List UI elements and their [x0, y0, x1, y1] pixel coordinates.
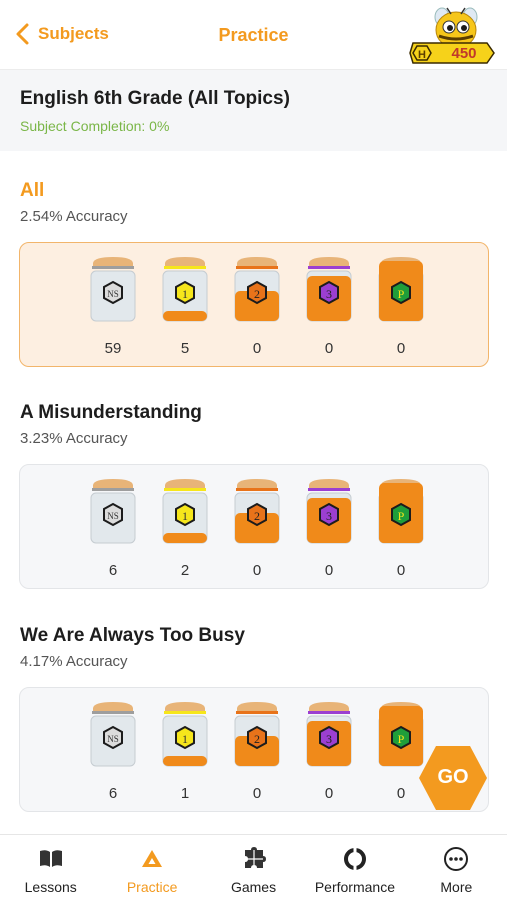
hive-points: 450	[451, 45, 477, 62]
nav-lessons[interactable]: Lessons	[0, 835, 101, 900]
back-button[interactable]: Subjects	[14, 22, 109, 46]
chevron-left-icon	[16, 23, 29, 45]
level-2-jar: 2	[232, 257, 282, 323]
not-started-jar: NS	[88, 702, 138, 768]
topic-accuracy: 2.54% Accuracy	[20, 208, 128, 225]
nav-more[interactable]: More	[406, 835, 507, 900]
jar-level-label: 2	[254, 732, 260, 746]
jar-level-label: 3	[326, 287, 332, 301]
subject-title: English 6th Grade (All Topics)	[20, 88, 290, 109]
level-1-jar: 1	[160, 702, 210, 768]
nav-label: More	[440, 879, 473, 895]
jar-count: 6	[108, 785, 118, 802]
jar-count: 0	[396, 562, 406, 579]
hive-letter: H	[418, 49, 426, 61]
subject-header: English 6th Grade (All Topics) Subject C…	[0, 70, 507, 151]
jar-count: 0	[324, 785, 334, 802]
honey-jar-icon: NS	[90, 257, 136, 322]
level-3-jar: 3	[304, 702, 354, 768]
honey-jar-icon: P	[378, 257, 424, 322]
jar-level-label: NS	[107, 289, 119, 299]
go-button[interactable]: GO	[417, 742, 489, 814]
honey-jar-icon: 3	[306, 479, 352, 544]
not-started-jar: NS	[88, 479, 138, 545]
book-icon	[38, 846, 64, 872]
jar-level-label: 3	[326, 732, 332, 746]
honey-jar-icon: 3	[306, 257, 352, 322]
honey-jar-icon: 2	[234, 702, 280, 767]
nav-games[interactable]: Games	[203, 835, 304, 900]
level-2-jar: 2	[232, 702, 282, 768]
jar-count: 59	[104, 340, 122, 357]
honey-jar-icon: 1	[162, 257, 208, 322]
jar-level-label: NS	[107, 734, 119, 744]
honey-jar-icon: P	[378, 479, 424, 544]
jar-count: 0	[324, 340, 334, 357]
nav-practice[interactable]: Practice	[101, 835, 202, 900]
jar-level-label: NS	[107, 511, 119, 521]
honey-jar-icon: 3	[306, 702, 352, 767]
honey-jar-icon: 1	[162, 479, 208, 544]
jar-count: 5	[180, 340, 190, 357]
level-1-jar: 1	[160, 479, 210, 545]
top-bar: Subjects Practice H 450	[0, 0, 507, 70]
performance-icon	[342, 846, 368, 872]
jar-level-label: 1	[182, 509, 188, 523]
puzzle-icon	[241, 846, 267, 872]
bottom-nav: Lessons Practice Games Performance More	[0, 834, 507, 900]
jar-count: 6	[108, 562, 118, 579]
proficient-jar: P	[376, 479, 426, 545]
nav-label: Games	[230, 879, 277, 895]
topic-title[interactable]: We Are Always Too Busy	[20, 625, 245, 647]
jar-level-label: 2	[254, 509, 260, 523]
jar-count: 1	[180, 785, 190, 802]
jar-level-label: 2	[254, 287, 260, 301]
honey-jar-icon: 1	[162, 702, 208, 767]
nav-label: Lessons	[24, 879, 77, 895]
honey-jar-icon: NS	[90, 702, 136, 767]
level-2-jar: 2	[232, 479, 282, 545]
topic-accuracy: 4.17% Accuracy	[20, 653, 128, 670]
level-3-jar: 3	[304, 479, 354, 545]
jar-level-label: P	[398, 732, 405, 746]
topic-card-a-misunderstanding[interactable]: NS 6 1 2 2 0 3 0 P 0	[19, 464, 489, 589]
topic-accuracy: 3.23% Accuracy	[20, 430, 128, 447]
proficient-jar: P	[376, 257, 426, 323]
jar-level-label: P	[398, 287, 405, 301]
jar-level-label: P	[398, 509, 405, 523]
jar-count: 0	[252, 562, 262, 579]
jar-count: 0	[252, 785, 262, 802]
honey-jar-icon: 2	[234, 257, 280, 322]
honey-jar-icon: NS	[90, 479, 136, 544]
honey-jar-icon: 2	[234, 479, 280, 544]
jar-count: 0	[396, 340, 406, 357]
jar-count: 0	[252, 340, 262, 357]
more-dots-icon	[443, 846, 469, 872]
nav-label: Practice	[126, 879, 178, 895]
go-label: GO	[437, 766, 469, 788]
topic-card-all[interactable]: NS 59 1 5 2 0 3 0 P 0	[19, 242, 489, 367]
level-3-jar: 3	[304, 257, 354, 323]
jar-level-label: 1	[182, 287, 188, 301]
back-label: Subjects	[38, 24, 109, 43]
jar-count: 0	[324, 562, 334, 579]
jar-level-label: 1	[182, 732, 188, 746]
nav-label: Performance	[314, 879, 395, 895]
hive-points-badge[interactable]: H 450	[409, 6, 495, 64]
topic-title[interactable]: A Misunderstanding	[20, 402, 202, 424]
not-started-jar: NS	[88, 257, 138, 323]
nav-performance[interactable]: Performance	[304, 835, 405, 900]
jar-level-label: 3	[326, 509, 332, 523]
level-1-jar: 1	[160, 257, 210, 323]
topic-title[interactable]: All	[20, 180, 44, 202]
jar-count: 2	[180, 562, 190, 579]
subject-completion: Subject Completion: 0%	[20, 118, 170, 134]
practice-triangle-icon	[139, 846, 165, 872]
